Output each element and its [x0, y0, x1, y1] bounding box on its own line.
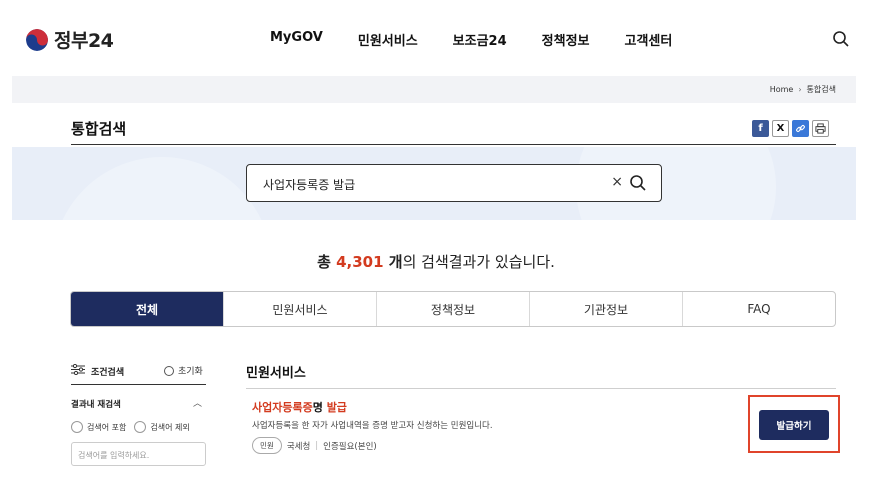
title-tail: 발급	[322, 401, 347, 414]
breadcrumb-home[interactable]: Home	[770, 85, 794, 94]
radio-circle[interactable]	[71, 421, 83, 433]
facebook-icon[interactable]: f	[752, 120, 769, 137]
x-icon[interactable]: X	[772, 120, 789, 137]
tab-faq[interactable]: FAQ	[682, 292, 835, 326]
category-tag: 민원	[252, 437, 282, 454]
print-icon[interactable]	[812, 120, 829, 137]
tab-all[interactable]: 전체	[71, 292, 223, 326]
refine-search-field[interactable]: 검색어를 입력하세요.	[71, 442, 206, 466]
tab-agency-info[interactable]: 기관정보	[529, 292, 682, 326]
logo-text: 정부24	[54, 30, 114, 52]
result-prefix: 총	[317, 253, 337, 271]
result-count: 4,301	[336, 253, 384, 271]
radio-exclude[interactable]: 검색어 제외	[134, 421, 190, 433]
radio-circle[interactable]	[134, 421, 147, 433]
logo[interactable]: 정부24	[26, 26, 114, 53]
section-divider	[246, 388, 836, 389]
issue-button[interactable]: 발급하기	[759, 410, 829, 440]
radio-exclude-label: 검색어 제외	[150, 422, 190, 432]
reset-label: 초기화	[178, 367, 203, 377]
taegeuk-logo-icon	[26, 28, 48, 51]
filter-title: 조건검색	[91, 367, 125, 378]
category-tabs: 전체 민원서비스 정책정보 기관정보 FAQ	[70, 291, 836, 327]
filter-header: 조건검색	[71, 363, 125, 378]
nav-civil-service[interactable]: 민원서비스	[358, 30, 418, 49]
search-query[interactable]: 사업자등록증 발급	[263, 176, 355, 193]
result-summary: 총 4,301 개의 검색결과가 있습니다.	[0, 251, 872, 272]
result-description: 사업자등록을 한 자가 사업내역을 증명 받고자 신청하는 민원입니다.	[252, 421, 493, 431]
radio-include[interactable]: 검색어 포함	[71, 421, 126, 433]
refine-title: 결과내 재검색	[71, 400, 121, 410]
auth-requirement: 인증필요(본인)	[323, 441, 377, 452]
share-buttons: f X	[752, 120, 829, 137]
search-input[interactable]: 사업자등록증 발급 ×	[246, 164, 662, 202]
refresh-icon	[164, 365, 174, 376]
tab-policy-info[interactable]: 정책정보	[376, 292, 529, 326]
result-suffix: 의 검색결과가 있습니다.	[402, 253, 555, 271]
section-title: 민원서비스	[246, 366, 306, 381]
result-meta: 민원 국세청 | 인증필요(본인)	[252, 437, 377, 454]
link-icon[interactable]	[792, 120, 809, 137]
breadcrumb-band: Home › 통합검색	[12, 76, 856, 103]
result-unit: 개	[383, 253, 403, 271]
search-icon[interactable]	[832, 30, 850, 48]
meta-separator: |	[315, 440, 319, 451]
decorative-circle	[52, 157, 272, 220]
page-title: 통합검색	[71, 120, 127, 138]
radio-include-label: 검색어 포함	[87, 422, 127, 432]
search-icon[interactable]	[629, 174, 647, 192]
chevron-up-icon[interactable]: ︿	[193, 396, 202, 409]
nav-customer-center[interactable]: 고객센터	[625, 30, 673, 49]
reset-button[interactable]: 초기화	[164, 364, 203, 377]
breadcrumb-separator: ›	[798, 85, 802, 94]
sliders-icon	[71, 363, 85, 378]
title-highlight: 사업자등록증	[252, 401, 313, 414]
clear-icon[interactable]: ×	[611, 174, 623, 190]
nav-policy-info[interactable]: 정책정보	[542, 30, 590, 49]
nav-subsidy24[interactable]: 보조금24	[453, 30, 507, 49]
result-item-title[interactable]: 사업자등록증명 발급	[252, 399, 347, 415]
title-divider	[71, 144, 836, 145]
agency-name: 국세청	[286, 441, 311, 452]
site-header: 정부24 MyGOV 민원서비스 보조금24 정책정보 고객센터	[0, 0, 872, 76]
title-plain: 명	[312, 401, 323, 414]
tab-civil-service[interactable]: 민원서비스	[223, 292, 376, 326]
filter-divider	[71, 384, 206, 385]
breadcrumb-current: 통합검색	[806, 85, 836, 94]
nav-mygov[interactable]: MyGOV	[270, 30, 323, 49]
refine-options: 검색어 포함 검색어 제외	[71, 421, 190, 433]
breadcrumb: Home › 통합검색	[770, 84, 836, 95]
main-nav: MyGOV 민원서비스 보조금24 정책정보 고객센터	[270, 30, 707, 49]
